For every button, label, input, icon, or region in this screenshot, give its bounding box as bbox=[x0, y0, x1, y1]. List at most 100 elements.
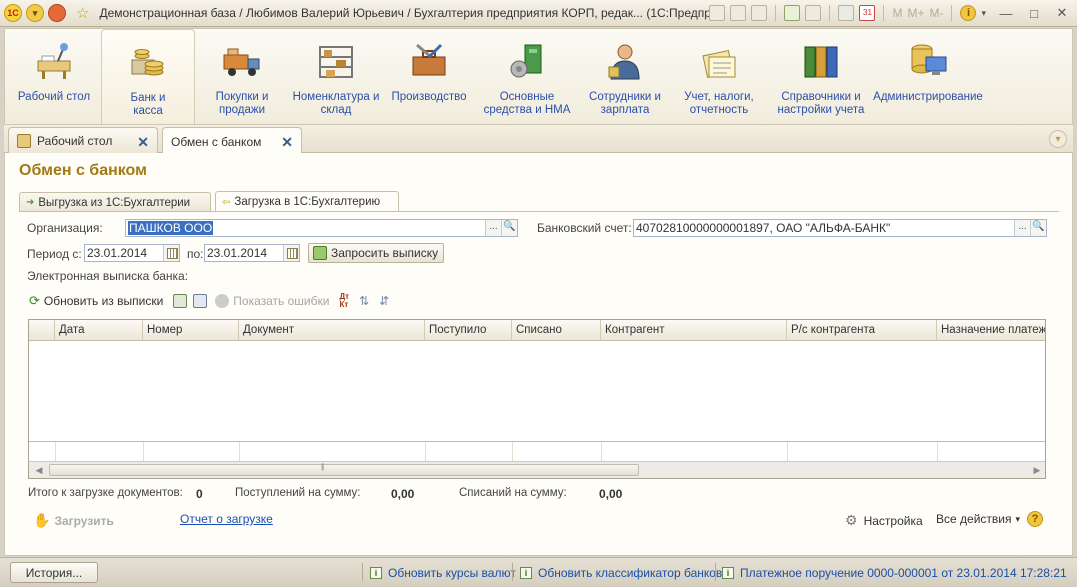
column-header[interactable]: Назначение платежа bbox=[937, 320, 1045, 341]
separator bbox=[512, 563, 513, 581]
all-actions-button[interactable]: Все действия ▾ bbox=[936, 512, 1020, 526]
favorites-star-icon[interactable]: ☆ bbox=[76, 4, 89, 22]
calculator-icon[interactable] bbox=[838, 5, 855, 21]
bank-account-label: Банковский счет: bbox=[537, 221, 632, 235]
memory-mplus-button[interactable]: M+ bbox=[907, 6, 924, 20]
settings-button[interactable]: ⚙ Настройка bbox=[845, 512, 923, 529]
load-button[interactable]: ✋ Загрузить bbox=[33, 512, 114, 529]
status-link-label: Обновить курсы валют bbox=[388, 566, 516, 580]
section-label: Номенклатура и склад bbox=[292, 91, 380, 116]
close-icon[interactable]: ✕ bbox=[281, 134, 293, 151]
show-errors-button[interactable]: Показать ошибки bbox=[215, 294, 329, 308]
docs-total-value: 0 bbox=[196, 487, 203, 501]
app-logo-icon[interactable]: 1С bbox=[4, 4, 22, 22]
statement-table[interactable]: Дата Номер Документ Поступило Списано Ко… bbox=[28, 319, 1046, 479]
section-nomenclature[interactable]: Номенклатура и склад bbox=[291, 29, 381, 125]
horizontal-scrollbar[interactable]: ◀ ||| ▶ bbox=[29, 461, 1045, 478]
separator bbox=[951, 5, 953, 21]
bank-account-value: 40702810000000001897, ОАО "АЛЬФА-БАНК" bbox=[636, 221, 891, 235]
column-header[interactable]: Дата bbox=[55, 320, 143, 341]
debit-credit-icon[interactable]: Дт Кт bbox=[339, 293, 349, 309]
history-button[interactable]: История... bbox=[10, 562, 98, 583]
chevron-down-icon[interactable]: ▾ bbox=[1049, 130, 1067, 148]
title-bar: 1С ▾ ☆ Демонстрационная база / Любимов В… bbox=[0, 0, 1077, 27]
memory-m-button[interactable]: M bbox=[892, 6, 902, 20]
tab-desktop[interactable]: Рабочий стол ✕ bbox=[8, 127, 158, 154]
column-header[interactable]: Поступило bbox=[425, 320, 512, 341]
tab-export[interactable]: ➜ Выгрузка из 1С:Бухгалтерии bbox=[19, 192, 211, 212]
section-production[interactable]: Производство bbox=[389, 29, 469, 125]
tab-import[interactable]: ⇦ Загрузка в 1С:Бухгалтерию bbox=[215, 191, 399, 212]
sort-descending-icon[interactable]: ⇵ bbox=[379, 294, 389, 308]
column-header[interactable]: Списано bbox=[512, 320, 601, 341]
scroll-left-icon[interactable]: ◀ bbox=[31, 464, 47, 476]
column-header[interactable]: Контрагент bbox=[601, 320, 787, 341]
outcome-total-number: 0,00 bbox=[599, 487, 623, 501]
ellipsis-button[interactable]: ... bbox=[485, 220, 501, 236]
organization-field[interactable]: ПАШКОВ ООО ... 🔍 bbox=[125, 219, 518, 237]
load-icon: ✋ bbox=[33, 512, 51, 528]
minimize-button[interactable]: — bbox=[995, 4, 1017, 22]
ellipsis-button[interactable]: ... bbox=[1014, 220, 1030, 236]
bank-exchange-form: Обмен с банком ➜ Выгрузка из 1С:Бухгалте… bbox=[4, 153, 1073, 556]
calendar-icon[interactable] bbox=[163, 245, 179, 261]
close-window-button[interactable]: ✕ bbox=[1051, 4, 1073, 22]
column-divider bbox=[239, 442, 240, 462]
chevron-down-icon[interactable]: ▾ bbox=[981, 8, 986, 19]
column-header[interactable]: Р/с контрагента bbox=[787, 320, 937, 341]
tab-label: Выгрузка из 1С:Бухгалтерии bbox=[38, 196, 191, 209]
section-taxes[interactable]: Учет, налоги, отчетность bbox=[673, 29, 765, 125]
info-icon: i bbox=[370, 567, 382, 579]
section-references[interactable]: Справочники и настройки учета bbox=[771, 29, 871, 125]
calendar-icon[interactable]: 31 bbox=[859, 5, 876, 21]
period-to-field[interactable]: 23.01.2014 bbox=[204, 244, 300, 262]
separator bbox=[775, 5, 777, 21]
calendar-icon[interactable] bbox=[283, 245, 299, 261]
status-link-payment[interactable]: i Платежное поручение 0000-000001 от 23.… bbox=[722, 566, 1067, 580]
bank-account-field[interactable]: 40702810000000001897, ОАО "АЛЬФА-БАНК" .… bbox=[633, 219, 1047, 237]
button-label: Загрузить bbox=[54, 513, 114, 528]
section-bank[interactable]: Банк и касса bbox=[101, 29, 195, 125]
period-from-field[interactable]: 23.01.2014 bbox=[84, 244, 180, 262]
info-icon: i bbox=[520, 567, 532, 579]
employee-icon bbox=[605, 41, 645, 81]
history-icon[interactable] bbox=[805, 5, 822, 21]
main-menu-icon[interactable]: ▾ bbox=[26, 4, 44, 22]
tab-label: Рабочий стол bbox=[37, 134, 113, 148]
uncheck-all-icon[interactable] bbox=[193, 294, 208, 308]
close-icon[interactable]: ✕ bbox=[137, 134, 149, 151]
load-report-link[interactable]: Отчет о загрузке bbox=[180, 512, 273, 526]
status-link-banks[interactable]: i Обновить классификатор банков bbox=[520, 566, 722, 580]
sort-ascending-icon[interactable]: ⇅ bbox=[359, 294, 369, 308]
add-favorite-icon[interactable] bbox=[784, 5, 801, 21]
section-desktop[interactable]: Рабочий стол bbox=[9, 29, 99, 125]
check-all-icon[interactable] bbox=[173, 294, 188, 308]
button-label: Все действия bbox=[936, 512, 1012, 526]
separator bbox=[715, 563, 716, 581]
column-header[interactable]: Документ bbox=[239, 320, 425, 341]
scrollbar-thumb[interactable] bbox=[49, 464, 639, 476]
bank-icon bbox=[128, 42, 168, 82]
section-employees[interactable]: Сотрудники и зарплата bbox=[585, 29, 665, 125]
search-icon[interactable]: 🔍 bbox=[501, 220, 517, 236]
info-icon[interactable]: i bbox=[960, 5, 977, 21]
help-button[interactable]: ? bbox=[1027, 511, 1043, 527]
column-divider bbox=[55, 442, 56, 462]
status-link-currency[interactable]: i Обновить курсы валют bbox=[370, 566, 516, 580]
search-icon[interactable]: 🔍 bbox=[1030, 220, 1046, 236]
request-statement-button[interactable]: Запросить выписку bbox=[308, 243, 444, 263]
print-icon[interactable] bbox=[730, 5, 747, 21]
scroll-right-icon[interactable]: ▶ bbox=[1029, 464, 1045, 476]
section-purchases[interactable]: Покупки и продажи bbox=[203, 29, 281, 125]
refresh-from-statement-button[interactable]: ⟳ Обновить из выписки bbox=[29, 293, 163, 309]
tab-bank-exchange[interactable]: Обмен с банком ✕ bbox=[162, 127, 302, 155]
save-icon[interactable] bbox=[709, 5, 726, 21]
section-administration[interactable]: Администрирование bbox=[873, 29, 983, 125]
column-header[interactable]: Номер bbox=[143, 320, 239, 341]
home-icon[interactable] bbox=[48, 4, 66, 22]
memory-mminus-button[interactable]: M- bbox=[929, 6, 943, 20]
section-fixed-assets[interactable]: Основные средства и НМА bbox=[477, 29, 577, 125]
maximize-button[interactable]: □ bbox=[1023, 4, 1045, 22]
preview-icon[interactable] bbox=[751, 5, 768, 21]
truck-icon bbox=[222, 41, 262, 81]
